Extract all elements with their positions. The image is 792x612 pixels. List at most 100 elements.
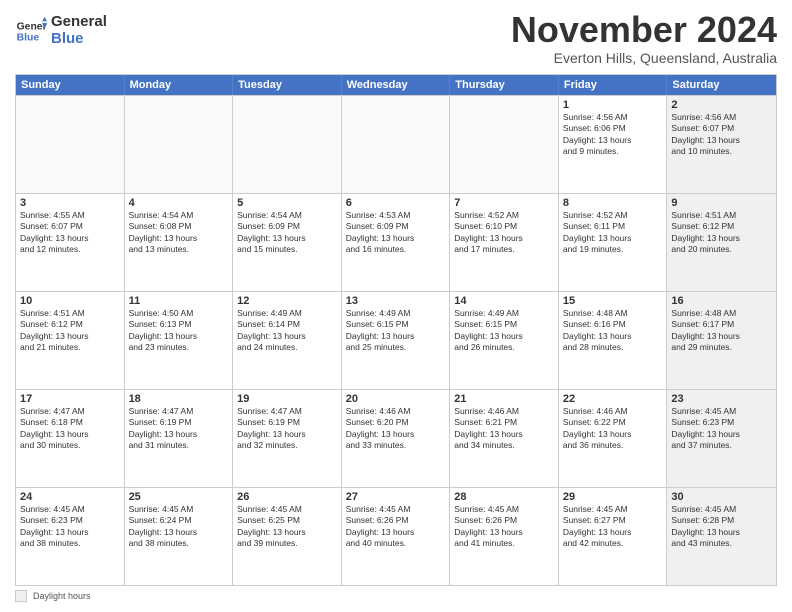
day-info: Sunrise: 4:45 AM Sunset: 6:25 PM Dayligh… — [237, 504, 337, 550]
day-info: Sunrise: 4:45 AM Sunset: 6:24 PM Dayligh… — [129, 504, 229, 550]
subtitle: Everton Hills, Queensland, Australia — [511, 50, 777, 66]
day-number: 29 — [563, 491, 663, 503]
day-number: 1 — [563, 99, 663, 111]
day-info: Sunrise: 4:53 AM Sunset: 6:09 PM Dayligh… — [346, 210, 446, 256]
day-info: Sunrise: 4:51 AM Sunset: 6:12 PM Dayligh… — [671, 210, 772, 256]
svg-text:Blue: Blue — [17, 32, 40, 43]
day-info: Sunrise: 4:45 AM Sunset: 6:26 PM Dayligh… — [454, 504, 554, 550]
cal-cell: 26Sunrise: 4:45 AM Sunset: 6:25 PM Dayli… — [233, 488, 342, 585]
day-number: 23 — [671, 393, 772, 405]
day-number: 18 — [129, 393, 229, 405]
header-cell-tuesday: Tuesday — [233, 75, 342, 95]
day-number: 28 — [454, 491, 554, 503]
cal-cell: 25Sunrise: 4:45 AM Sunset: 6:24 PM Dayli… — [125, 488, 234, 585]
cal-cell: 2Sunrise: 4:56 AM Sunset: 6:07 PM Daylig… — [667, 96, 776, 193]
day-info: Sunrise: 4:45 AM Sunset: 6:27 PM Dayligh… — [563, 504, 663, 550]
legend-box — [15, 590, 27, 602]
cal-cell: 6Sunrise: 4:53 AM Sunset: 6:09 PM Daylig… — [342, 194, 451, 291]
cal-cell: 27Sunrise: 4:45 AM Sunset: 6:26 PM Dayli… — [342, 488, 451, 585]
day-info: Sunrise: 4:45 AM Sunset: 6:23 PM Dayligh… — [20, 504, 120, 550]
cal-cell: 9Sunrise: 4:51 AM Sunset: 6:12 PM Daylig… — [667, 194, 776, 291]
day-number: 12 — [237, 295, 337, 307]
legend: Daylight hours — [15, 590, 777, 602]
day-number: 13 — [346, 295, 446, 307]
day-number: 26 — [237, 491, 337, 503]
day-number: 5 — [237, 197, 337, 209]
cal-cell: 30Sunrise: 4:45 AM Sunset: 6:28 PM Dayli… — [667, 488, 776, 585]
day-number: 16 — [671, 295, 772, 307]
day-info: Sunrise: 4:46 AM Sunset: 6:20 PM Dayligh… — [346, 406, 446, 452]
month-title: November 2024 — [511, 10, 777, 50]
header-cell-thursday: Thursday — [450, 75, 559, 95]
day-info: Sunrise: 4:48 AM Sunset: 6:16 PM Dayligh… — [563, 308, 663, 354]
day-info: Sunrise: 4:52 AM Sunset: 6:11 PM Dayligh… — [563, 210, 663, 256]
cal-cell: 1Sunrise: 4:56 AM Sunset: 6:06 PM Daylig… — [559, 96, 668, 193]
day-number: 27 — [346, 491, 446, 503]
legend-label: Daylight hours — [33, 591, 91, 601]
day-number: 9 — [671, 197, 772, 209]
day-info: Sunrise: 4:49 AM Sunset: 6:14 PM Dayligh… — [237, 308, 337, 354]
cal-cell: 13Sunrise: 4:49 AM Sunset: 6:15 PM Dayli… — [342, 292, 451, 389]
logo-line2: Blue — [51, 31, 107, 48]
page: General Blue General Blue November 2024 … — [0, 0, 792, 612]
cal-cell — [342, 96, 451, 193]
cal-cell: 29Sunrise: 4:45 AM Sunset: 6:27 PM Dayli… — [559, 488, 668, 585]
day-number: 22 — [563, 393, 663, 405]
day-number: 4 — [129, 197, 229, 209]
cal-cell: 16Sunrise: 4:48 AM Sunset: 6:17 PM Dayli… — [667, 292, 776, 389]
cal-cell: 5Sunrise: 4:54 AM Sunset: 6:09 PM Daylig… — [233, 194, 342, 291]
day-info: Sunrise: 4:45 AM Sunset: 6:23 PM Dayligh… — [671, 406, 772, 452]
cal-cell: 10Sunrise: 4:51 AM Sunset: 6:12 PM Dayli… — [16, 292, 125, 389]
cal-cell: 14Sunrise: 4:49 AM Sunset: 6:15 PM Dayli… — [450, 292, 559, 389]
cal-cell: 4Sunrise: 4:54 AM Sunset: 6:08 PM Daylig… — [125, 194, 234, 291]
day-info: Sunrise: 4:46 AM Sunset: 6:21 PM Dayligh… — [454, 406, 554, 452]
day-number: 25 — [129, 491, 229, 503]
day-info: Sunrise: 4:54 AM Sunset: 6:09 PM Dayligh… — [237, 210, 337, 256]
cal-cell: 19Sunrise: 4:47 AM Sunset: 6:19 PM Dayli… — [233, 390, 342, 487]
cal-cell: 22Sunrise: 4:46 AM Sunset: 6:22 PM Dayli… — [559, 390, 668, 487]
calendar: SundayMondayTuesdayWednesdayThursdayFrid… — [15, 74, 777, 586]
day-number: 15 — [563, 295, 663, 307]
day-info: Sunrise: 4:47 AM Sunset: 6:18 PM Dayligh… — [20, 406, 120, 452]
cal-cell — [125, 96, 234, 193]
day-number: 10 — [20, 295, 120, 307]
day-number: 14 — [454, 295, 554, 307]
cal-cell: 15Sunrise: 4:48 AM Sunset: 6:16 PM Dayli… — [559, 292, 668, 389]
day-number: 19 — [237, 393, 337, 405]
logo: General Blue General Blue — [15, 14, 107, 47]
logo-icon: General Blue — [15, 15, 47, 47]
cal-cell: 20Sunrise: 4:46 AM Sunset: 6:20 PM Dayli… — [342, 390, 451, 487]
day-info: Sunrise: 4:45 AM Sunset: 6:26 PM Dayligh… — [346, 504, 446, 550]
day-info: Sunrise: 4:47 AM Sunset: 6:19 PM Dayligh… — [237, 406, 337, 452]
calendar-header: SundayMondayTuesdayWednesdayThursdayFrid… — [16, 75, 776, 95]
cal-cell: 21Sunrise: 4:46 AM Sunset: 6:21 PM Dayli… — [450, 390, 559, 487]
cal-cell: 23Sunrise: 4:45 AM Sunset: 6:23 PM Dayli… — [667, 390, 776, 487]
day-number: 7 — [454, 197, 554, 209]
day-info: Sunrise: 4:48 AM Sunset: 6:17 PM Dayligh… — [671, 308, 772, 354]
cal-cell: 12Sunrise: 4:49 AM Sunset: 6:14 PM Dayli… — [233, 292, 342, 389]
cal-cell — [233, 96, 342, 193]
day-number: 21 — [454, 393, 554, 405]
day-info: Sunrise: 4:56 AM Sunset: 6:06 PM Dayligh… — [563, 112, 663, 158]
week-row-4: 17Sunrise: 4:47 AM Sunset: 6:18 PM Dayli… — [16, 389, 776, 487]
day-info: Sunrise: 4:55 AM Sunset: 6:07 PM Dayligh… — [20, 210, 120, 256]
header-cell-monday: Monday — [125, 75, 234, 95]
day-info: Sunrise: 4:50 AM Sunset: 6:13 PM Dayligh… — [129, 308, 229, 354]
cal-cell: 7Sunrise: 4:52 AM Sunset: 6:10 PM Daylig… — [450, 194, 559, 291]
cal-cell: 28Sunrise: 4:45 AM Sunset: 6:26 PM Dayli… — [450, 488, 559, 585]
day-info: Sunrise: 4:56 AM Sunset: 6:07 PM Dayligh… — [671, 112, 772, 158]
cal-cell: 17Sunrise: 4:47 AM Sunset: 6:18 PM Dayli… — [16, 390, 125, 487]
day-number: 3 — [20, 197, 120, 209]
cal-cell: 18Sunrise: 4:47 AM Sunset: 6:19 PM Dayli… — [125, 390, 234, 487]
header-cell-sunday: Sunday — [16, 75, 125, 95]
day-info: Sunrise: 4:49 AM Sunset: 6:15 PM Dayligh… — [454, 308, 554, 354]
week-row-1: 1Sunrise: 4:56 AM Sunset: 6:06 PM Daylig… — [16, 95, 776, 193]
week-row-5: 24Sunrise: 4:45 AM Sunset: 6:23 PM Dayli… — [16, 487, 776, 585]
day-info: Sunrise: 4:46 AM Sunset: 6:22 PM Dayligh… — [563, 406, 663, 452]
day-number: 8 — [563, 197, 663, 209]
day-info: Sunrise: 4:47 AM Sunset: 6:19 PM Dayligh… — [129, 406, 229, 452]
cal-cell: 8Sunrise: 4:52 AM Sunset: 6:11 PM Daylig… — [559, 194, 668, 291]
day-info: Sunrise: 4:52 AM Sunset: 6:10 PM Dayligh… — [454, 210, 554, 256]
day-number: 30 — [671, 491, 772, 503]
day-number: 2 — [671, 99, 772, 111]
